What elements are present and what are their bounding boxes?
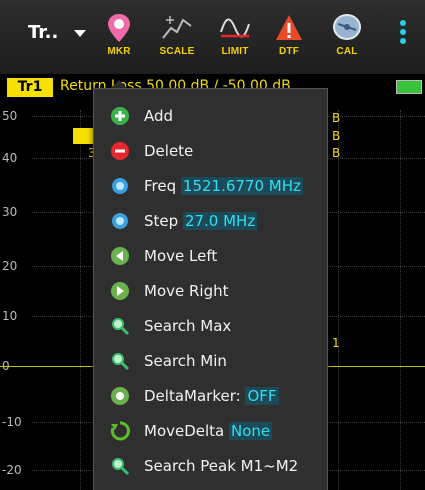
cal-button[interactable]: CAL [320,12,374,64]
menu-item-label: Step 27.0 MHz [144,212,258,230]
trace-selector-label[interactable]: Tr.. [28,22,58,43]
scale-label: SCALE [159,46,195,57]
cal-dish-icon [333,14,361,40]
scale-button[interactable]: SCALE [150,12,204,64]
y-axis-label: -10 [2,415,22,429]
limit-icon [220,18,250,38]
menu-item-label: Freq 1521.6770 MHz [144,177,303,195]
menu-item-search-min[interactable]: Search Min [94,344,327,378]
marker-fragment: B [332,111,341,125]
limit-label: LIMIT [221,46,249,57]
menu-item-label: DeltaMarker: OFF [144,387,279,405]
mkr-label: MKR [107,46,131,57]
scale-icon [162,16,192,39]
freq-value: 1521.6770 MHz [180,177,303,195]
dropdown-arrow-icon[interactable] [74,30,86,37]
step-icon [112,213,128,229]
marker-fragment: 1 [332,336,340,350]
menu-item-label: Add [144,107,174,125]
menu-item-label: Move Left [144,247,218,265]
marker-fragment: B [332,129,341,143]
menu-item-label: Delete [144,142,194,160]
move-delta-icon [110,421,130,441]
delta-marker-value: OFF [245,387,279,405]
marker-pin-icon [108,14,130,42]
search-max-icon [112,318,130,336]
mkr-button[interactable]: MKR [92,12,146,64]
delete-icon [111,142,129,160]
marker-fragment: B [332,146,341,160]
cal-label: CAL [336,46,358,57]
toolbar: Tr.. MKR SCALE LIMIT DTF CAL [0,0,425,75]
grid-line [338,110,339,490]
y-axis-label: 30 [2,205,18,219]
trace-badge[interactable]: Tr1 [7,78,53,97]
y-axis-label: 40 [2,151,18,165]
menu-item-freq[interactable]: Freq 1521.6770 MHz [94,169,327,203]
menu-item-move-left[interactable]: Move Left [94,239,327,273]
menu-item-delete[interactable]: Delete [94,134,327,168]
delta-marker-icon [111,387,129,405]
menu-item-search-peak[interactable]: Search Peak M1~M2 [94,449,327,483]
menu-item-label: MoveDelta None [144,422,273,440]
marker-menu: Add Delete Freq 1521.6770 MHz Step 27.0 … [93,88,328,490]
menu-item-label: Search Peak M1~M2 [144,457,299,475]
menu-item-move-delta[interactable]: MoveDelta None [94,414,327,448]
grid-line [400,110,401,490]
y-axis-label: 20 [2,259,18,273]
step-value: 27.0 MHz [182,212,258,230]
menu-item-search-max[interactable]: Search Max [94,309,327,343]
move-delta-value: None [229,422,273,440]
limit-button[interactable]: LIMIT [208,12,262,64]
more-options-icon[interactable] [398,20,408,47]
grid-line [80,110,81,490]
menu-item-label: Search Max [144,317,232,335]
menu-item-delta-marker[interactable]: DeltaMarker: OFF [94,379,327,413]
y-axis-label: 10 [2,309,18,323]
search-peak-icon [112,458,130,476]
y-axis-label: 50 [2,109,18,123]
menu-item-move-right[interactable]: Move Right [94,274,327,308]
freq-icon [112,178,128,194]
menu-item-add[interactable]: Add [94,99,327,133]
move-right-icon [111,282,129,300]
menu-item-step[interactable]: Step 27.0 MHz [94,204,327,238]
dtf-warning-icon [276,15,302,40]
menu-item-label: Move Right [144,282,229,300]
search-min-icon [112,353,130,371]
add-icon [111,107,129,125]
dtf-button[interactable]: DTF [262,12,316,64]
dtf-label: DTF [278,46,300,57]
menu-item-label: Search Min [144,352,227,370]
battery-icon [396,80,422,94]
move-left-icon [111,247,129,265]
y-axis-label: -20 [2,463,22,477]
marker-readout-tag [73,128,95,144]
